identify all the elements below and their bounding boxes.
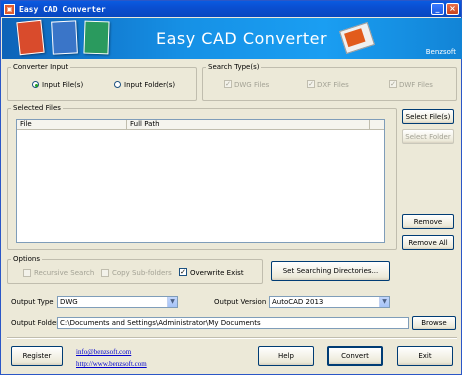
copy-subfolders-checkbox[interactable]: [101, 269, 109, 277]
converter-input-legend: Converter Input: [13, 63, 69, 71]
input-folders-radio[interactable]: [114, 81, 121, 88]
email-link[interactable]: info@benzsoft.com: [76, 348, 131, 356]
dwg-files-label: DWG Files: [234, 81, 270, 89]
banner-title: Easy CAD Converter: [156, 29, 328, 48]
register-button[interactable]: Register: [11, 346, 63, 366]
minimize-button[interactable]: _: [431, 3, 444, 15]
output-version-select[interactable]: AutoCAD 2013 ▼: [269, 296, 390, 308]
input-folders-label: Input Folder(s): [124, 81, 176, 89]
app-window: ▣ Easy CAD Converter _ × Easy CAD Conver…: [0, 0, 462, 375]
output-folder-label: Output Folder: [11, 319, 60, 327]
file-list-header: File Full Path: [17, 120, 384, 130]
output-folder-input[interactable]: C:\Documents and Settings\Administrator\…: [57, 317, 409, 329]
divider: [7, 337, 457, 339]
browse-button[interactable]: Browse: [412, 316, 456, 330]
close-button[interactable]: ×: [446, 3, 459, 15]
dwf-files-checkbox[interactable]: ✓: [389, 80, 397, 88]
set-searching-directories-button[interactable]: Set Searching Directories...: [271, 261, 390, 281]
column-full-path[interactable]: Full Path: [127, 120, 370, 130]
input-files-label: Input File(s): [42, 81, 84, 89]
dwf-files-label: DWF Files: [399, 81, 433, 89]
options-legend: Options: [13, 255, 41, 263]
remove-all-button[interactable]: Remove All: [402, 235, 454, 250]
recursive-search-label: Recursive Search: [34, 269, 95, 277]
brand-label: Benzsoft: [425, 48, 456, 56]
title-bar: ▣ Easy CAD Converter _ ×: [1, 1, 461, 17]
output-version-label: Output Version: [214, 298, 267, 306]
website-link[interactable]: http://www.benzsoft.com: [76, 360, 147, 368]
selected-files-legend: Selected Files: [13, 104, 61, 112]
recursive-search-checkbox[interactable]: [23, 269, 31, 277]
dwf-book-icon: [83, 20, 110, 55]
help-button[interactable]: Help: [258, 346, 314, 366]
exit-button[interactable]: Exit: [397, 346, 453, 366]
header-banner: Easy CAD Converter Benzsoft: [2, 18, 462, 59]
output-type-label: Output Type: [11, 298, 54, 306]
remove-button[interactable]: Remove: [402, 214, 454, 229]
copy-subfolders-label: Copy Sub-folders: [112, 269, 172, 277]
dxf-files-checkbox[interactable]: ✓: [307, 80, 315, 88]
convert-button[interactable]: Convert: [327, 346, 383, 366]
file-list[interactable]: File Full Path: [16, 119, 385, 243]
select-folder-button[interactable]: Select Folder: [402, 129, 454, 144]
select-files-button[interactable]: Select File(s): [402, 109, 454, 124]
chevron-down-icon[interactable]: ▼: [379, 297, 389, 307]
overwrite-exist-label: Overwrite Exist: [190, 269, 244, 277]
logo-icon: [339, 21, 375, 55]
dwg-book-icon: [16, 19, 45, 56]
app-icon: ▣: [4, 3, 15, 15]
output-type-select[interactable]: DWG ▼: [57, 296, 178, 308]
dwg-files-checkbox[interactable]: ✓: [224, 80, 232, 88]
window-title: Easy CAD Converter: [19, 4, 106, 14]
dxf-files-label: DXF Files: [317, 81, 349, 89]
chevron-down-icon[interactable]: ▼: [167, 297, 177, 307]
column-spacer: [370, 120, 384, 130]
input-files-radio[interactable]: [32, 81, 39, 88]
dxf-book-icon: [51, 20, 78, 55]
output-version-value: AutoCAD 2013: [272, 298, 324, 306]
output-type-value: DWG: [60, 298, 78, 306]
search-types-legend: Search Type(s): [208, 63, 260, 71]
overwrite-exist-checkbox[interactable]: ✓: [179, 268, 187, 276]
column-file[interactable]: File: [17, 120, 127, 130]
